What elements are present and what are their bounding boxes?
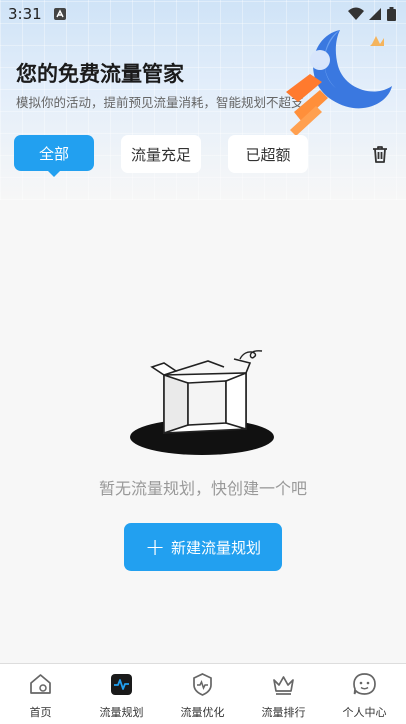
crown-icon	[273, 676, 294, 695]
filter-sufficient-tab[interactable]: 流量充足	[121, 135, 201, 173]
signal-icon	[369, 8, 381, 20]
tab-traffic-ranking[interactable]: 流量排行	[243, 664, 324, 724]
trash-icon[interactable]	[370, 144, 390, 164]
filter-all-tab[interactable]: 全部	[14, 135, 94, 177]
status-bar: 3:31	[0, 0, 406, 28]
tab-traffic-plan[interactable]: 流量规划	[81, 664, 162, 724]
notification-icon	[54, 8, 66, 20]
bottom-tabbar: 首页 流量规划 流量优化 流量排行 个人中心	[0, 663, 406, 724]
tab-traffic-optimize[interactable]: 流量优化	[162, 664, 243, 724]
empty-state-message: 暂无流量规划，快创建一个吧	[98, 479, 307, 498]
traffic-plan-icon	[111, 674, 132, 695]
battery-icon	[387, 7, 396, 21]
wifi-icon	[348, 7, 364, 20]
empty-box-illustration	[130, 350, 274, 455]
moon-rocket-illustration	[286, 30, 392, 136]
plus-icon: +	[144, 533, 166, 561]
tab-profile[interactable]: 个人中心	[324, 664, 405, 724]
page-title: 您的免费流量管家	[16, 62, 184, 86]
tab-traffic-plan-label: 流量规划	[99, 706, 144, 719]
status-time: 3:31	[8, 5, 42, 23]
tab-traffic-optimize-label: 流量优化	[180, 706, 225, 719]
filter-exceeded-tab[interactable]: 已超额	[228, 135, 308, 173]
home-icon	[30, 674, 51, 694]
tab-home-label: 首页	[29, 706, 52, 719]
shield-pulse-icon	[193, 673, 212, 696]
tab-home[interactable]: 首页	[0, 664, 81, 724]
new-plan-button[interactable]: + 新建流量规划	[124, 523, 282, 571]
page-subtitle: 模拟你的活动，提前预见流量消耗，智能规划不超支	[16, 95, 304, 110]
tab-traffic-ranking-label: 流量排行	[261, 706, 306, 719]
face-icon	[353, 673, 376, 695]
tab-profile-label: 个人中心	[342, 706, 387, 719]
new-plan-button-label: 新建流量规划	[171, 538, 262, 557]
